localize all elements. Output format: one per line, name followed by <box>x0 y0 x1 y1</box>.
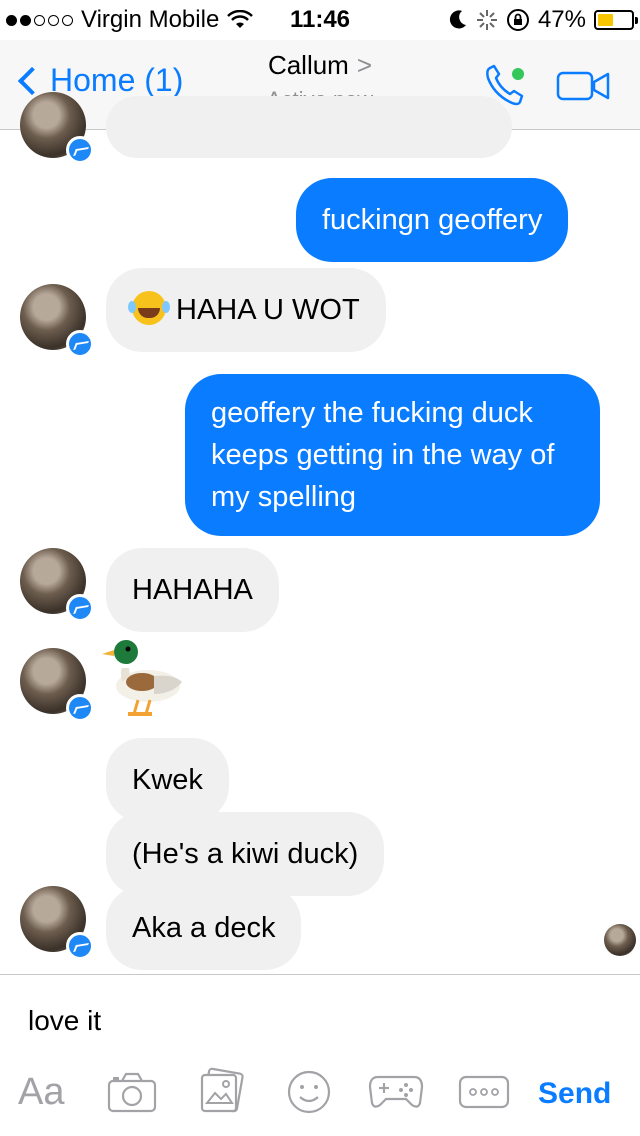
more-icon[interactable] <box>458 1075 510 1109</box>
message-bubble-outgoing[interactable]: fuckingn geoffery <box>296 178 569 262</box>
text-format-button[interactable]: Aa <box>18 1071 64 1114</box>
activity-icon <box>476 10 497 30</box>
chevron-right-icon: > <box>356 50 373 80</box>
message-bubble-incoming[interactable]: (He's a kiwi duck) <box>106 812 385 896</box>
camera-icon[interactable] <box>106 1071 158 1115</box>
message-bubble-outgoing[interactable]: geoffery the fucking duck keeps getting … <box>185 374 600 536</box>
tears-of-joy-emoji <box>128 291 166 325</box>
moon-icon <box>449 10 466 29</box>
message-bubble-incoming[interactable]: HAHAHA <box>106 548 279 632</box>
messenger-badge-icon <box>66 330 94 358</box>
messenger-badge-icon <box>66 694 94 722</box>
message-bubble-cutoff[interactable] <box>106 96 512 158</box>
messenger-badge-icon <box>66 932 94 960</box>
message-text: Kwek <box>132 764 203 796</box>
status-bar: Virgin Mobile 11:46 47% <box>0 0 640 40</box>
smiley-icon[interactable] <box>286 1069 332 1115</box>
composer-toolbar: Aa Send <box>0 1065 640 1125</box>
message-bubble-incoming[interactable]: HAHA U WOT <box>106 268 386 352</box>
message-bubble-incoming[interactable]: Aka a deck <box>106 886 302 970</box>
send-button[interactable]: Send <box>538 1077 611 1111</box>
battery-percent: 47% <box>537 6 586 33</box>
battery-icon <box>594 10 638 30</box>
message-text: geoffery the fucking duck keeps getting … <box>211 397 555 513</box>
status-right: 47% <box>448 6 638 34</box>
message-text: (He's a kiwi duck) <box>132 838 359 870</box>
seen-avatar <box>604 924 636 956</box>
composer: love it Aa Send <box>0 974 640 1136</box>
contact-name: Callum <box>267 50 349 80</box>
messenger-badge-icon <box>66 594 94 622</box>
message-text: HAHAHA <box>132 574 253 606</box>
gallery-icon[interactable] <box>198 1067 246 1115</box>
message-text: Aka a deck <box>132 912 276 944</box>
duck-emoji[interactable] <box>102 636 184 718</box>
message-text: HAHA U WOT <box>176 294 360 326</box>
message-bubble-incoming[interactable]: Kwek <box>106 738 229 822</box>
message-text: fuckingn geoffery <box>322 204 543 236</box>
video-camera-icon[interactable] <box>556 70 610 102</box>
game-controller-icon[interactable] <box>368 1071 424 1111</box>
messenger-badge-icon <box>66 136 94 164</box>
message-input[interactable]: love it <box>28 1005 101 1037</box>
rotation-lock-icon <box>506 9 529 31</box>
